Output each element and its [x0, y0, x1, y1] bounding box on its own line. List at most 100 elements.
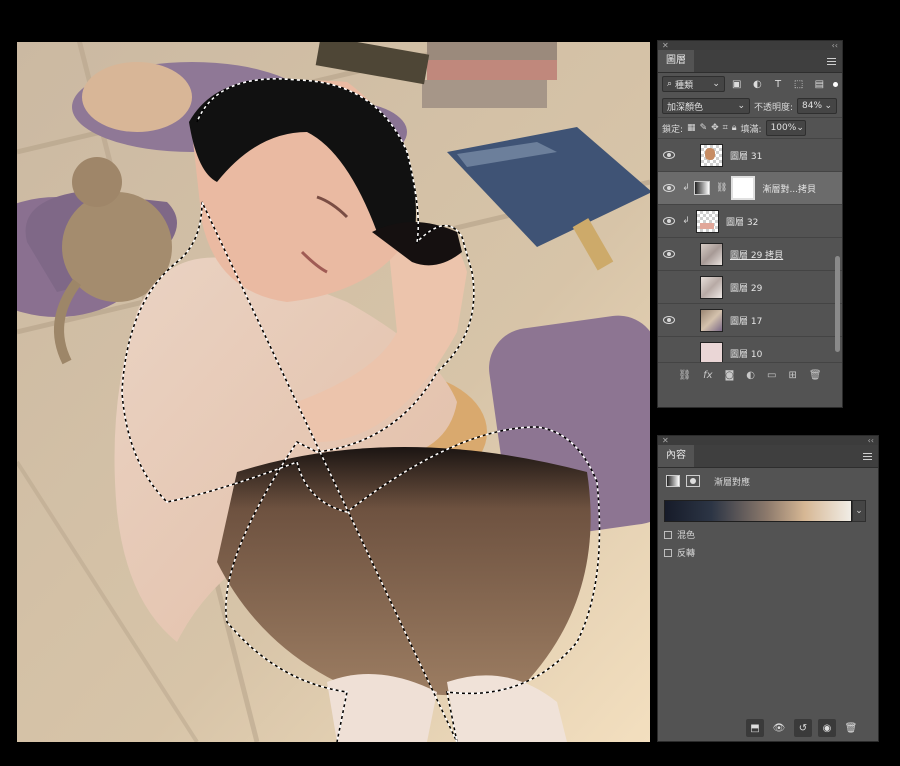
layer-thumbnail — [700, 275, 723, 299]
layer-row[interactable]: 圖層 10 — [658, 336, 842, 362]
layer-row[interactable]: 圖層 29 拷貝 — [658, 237, 842, 270]
layer-thumbnail — [700, 341, 723, 362]
panel-menu-icon[interactable] — [856, 445, 878, 467]
smart-object-filter-icon[interactable]: ▤ — [810, 76, 828, 92]
lock-transparency-icon[interactable]: ▦ — [687, 123, 696, 133]
gradient-dropdown-button[interactable]: ⌄ — [852, 500, 866, 522]
blend-mode-select[interactable]: 加深顏色 ⌄ — [662, 98, 750, 114]
clipping-arrow-icon: ↲ — [682, 183, 690, 193]
fill-field[interactable]: 100% ⌄ — [765, 120, 806, 136]
dither-row[interactable]: 混色 — [658, 522, 878, 541]
mask-icon[interactable] — [686, 475, 700, 487]
layer-name[interactable]: 圖層 32 — [726, 215, 758, 228]
view-previous-icon[interactable]: 👁︎ — [770, 719, 788, 737]
fill-label: 填滿: — [740, 124, 762, 135]
layer-mask-thumbnail — [731, 176, 756, 200]
chevron-down-icon: ⌄ — [712, 79, 720, 89]
properties-title: 漸層對應 — [714, 477, 751, 488]
properties-panel: ✕ ‹‹ 內容 漸層對應 ⌄ 混色 反轉 ⬒ 👁︎ ↺ ◉ 🗑︎ — [657, 435, 879, 742]
properties-footer: ⬒ 👁︎ ↺ ◉ 🗑︎ — [658, 715, 878, 741]
filter-kind-select[interactable]: ⌕ 種類 ⌄ — [662, 76, 725, 92]
clipping-arrow-icon: ↲ — [682, 216, 690, 226]
type-filter-icon[interactable]: T — [769, 76, 787, 92]
layer-thumbnail — [700, 143, 723, 167]
lock-paint-icon[interactable]: ✎ — [700, 123, 708, 133]
trash-icon[interactable]: 🗑︎ — [842, 719, 860, 737]
visibility-eye-icon[interactable] — [658, 184, 680, 192]
visibility-eye-icon[interactable] — [658, 151, 680, 159]
chevron-down-icon: ⌄ — [796, 123, 804, 133]
visibility-eye-icon[interactable] — [658, 283, 680, 291]
image-filter-icon[interactable]: ▣ — [728, 76, 746, 92]
visibility-eye-icon[interactable] — [658, 250, 680, 258]
scrollbar[interactable] — [835, 256, 840, 352]
gradient-map-adjustment-icon — [694, 181, 710, 195]
layer-list: 圖層 31 ↲ ⛓ 漸層對...拷貝 ↲ 圖層 32 圖層 29 拷貝 圖層 2… — [658, 138, 842, 362]
opacity-label: 不透明度: — [754, 102, 794, 113]
layers-footer: ⛓ fx ◙ ◐ ▭ ⊞ 🗑︎ — [658, 362, 842, 387]
layer-name[interactable]: 圖層 10 — [730, 347, 762, 360]
layer-row[interactable]: 圖層 17 — [658, 303, 842, 336]
visibility-eye-icon[interactable] — [658, 217, 680, 225]
search-icon: ⌕ — [667, 79, 673, 89]
close-icon[interactable]: ✕ — [662, 436, 669, 445]
adjustment-icon[interactable]: ◐ — [746, 370, 755, 381]
layer-row[interactable]: 圖層 29 — [658, 270, 842, 303]
gradient-map-icon — [666, 475, 680, 487]
adjustment-filter-icon[interactable]: ◐ — [749, 76, 767, 92]
new-layer-icon[interactable]: ⊞ — [788, 370, 796, 381]
panel-menu-icon[interactable] — [820, 50, 842, 72]
close-icon[interactable]: ✕ — [662, 41, 669, 50]
layer-thumbnail — [700, 308, 723, 332]
dither-checkbox[interactable] — [664, 530, 672, 539]
layer-name[interactable]: 圖層 29 拷貝 — [730, 248, 783, 261]
mask-icon[interactable]: ◙ — [725, 370, 735, 381]
opacity-field[interactable]: 84% ⌄ — [797, 98, 838, 114]
reverse-label: 反轉 — [677, 549, 696, 559]
tab-properties[interactable]: 內容 — [658, 445, 694, 467]
visibility-eye-icon[interactable] — [658, 349, 680, 357]
link-icon[interactable]: ⛓ — [716, 183, 727, 193]
clip-to-layer-icon[interactable]: ⬒ — [746, 719, 764, 737]
lock-all-icon[interactable]: 🔒︎ — [732, 123, 737, 133]
layer-name[interactable]: 圖層 31 — [730, 149, 762, 162]
layer-name[interactable]: 圖層 17 — [730, 314, 762, 327]
layer-row-selected[interactable]: ↲ ⛓ 漸層對...拷貝 — [658, 171, 842, 204]
visibility-eye-icon[interactable] — [658, 316, 680, 324]
layer-name[interactable]: 圖層 29 — [730, 281, 762, 294]
dither-label: 混色 — [677, 531, 696, 541]
tab-layers[interactable]: 圖層 — [658, 50, 694, 72]
visibility-icon[interactable]: ◉ — [818, 719, 836, 737]
folder-icon[interactable]: ▭ — [767, 370, 776, 381]
panel-header-strip[interactable]: ✕ ‹‹ — [658, 436, 878, 445]
reverse-checkbox[interactable] — [664, 548, 672, 557]
lock-position-icon[interactable]: ✥ — [711, 123, 719, 133]
shape-filter-icon[interactable]: ⬚ — [790, 76, 808, 92]
blend-mode-value: 加深顏色 — [667, 102, 704, 113]
document-canvas[interactable] — [17, 42, 650, 742]
filter-toggle-icon[interactable] — [833, 81, 839, 87]
chevron-down-icon: ⌄ — [824, 101, 833, 111]
collapse-icon[interactable]: ‹‹ — [832, 41, 838, 50]
layer-thumbnail — [696, 209, 719, 233]
chevron-down-icon: ⌄ — [737, 101, 745, 111]
layer-row[interactable]: ↲ 圖層 32 — [658, 204, 842, 237]
link-icon[interactable]: ⛓ — [678, 370, 691, 381]
lock-artboard-icon[interactable]: ⌗ — [723, 123, 728, 133]
layer-row[interactable]: 圖層 31 — [658, 138, 842, 171]
filter-kind-value: 種類 — [675, 80, 694, 91]
trash-icon[interactable]: 🗑︎ — [809, 370, 822, 381]
reset-icon[interactable]: ↺ — [794, 719, 812, 737]
fill-value: 100% — [770, 123, 797, 133]
layer-thumbnail — [700, 242, 723, 266]
layers-panel: ✕ ‹‹ 圖層 ⌕ 種類 ⌄ ▣ ◐ T ⬚ ▤ 加深顏色 ⌄ 不透明度: 84… — [657, 40, 843, 408]
fx-icon[interactable]: fx — [703, 370, 712, 381]
artwork — [17, 42, 650, 742]
gradient-preview[interactable] — [664, 500, 852, 522]
lock-label: 鎖定: — [662, 124, 684, 135]
reverse-row[interactable]: 反轉 — [658, 541, 878, 559]
collapse-icon[interactable]: ‹‹ — [868, 436, 874, 445]
opacity-value: 84% — [802, 101, 823, 111]
panel-header-strip[interactable]: ✕ ‹‹ — [658, 41, 842, 50]
layer-name[interactable]: 漸層對...拷貝 — [762, 182, 816, 195]
